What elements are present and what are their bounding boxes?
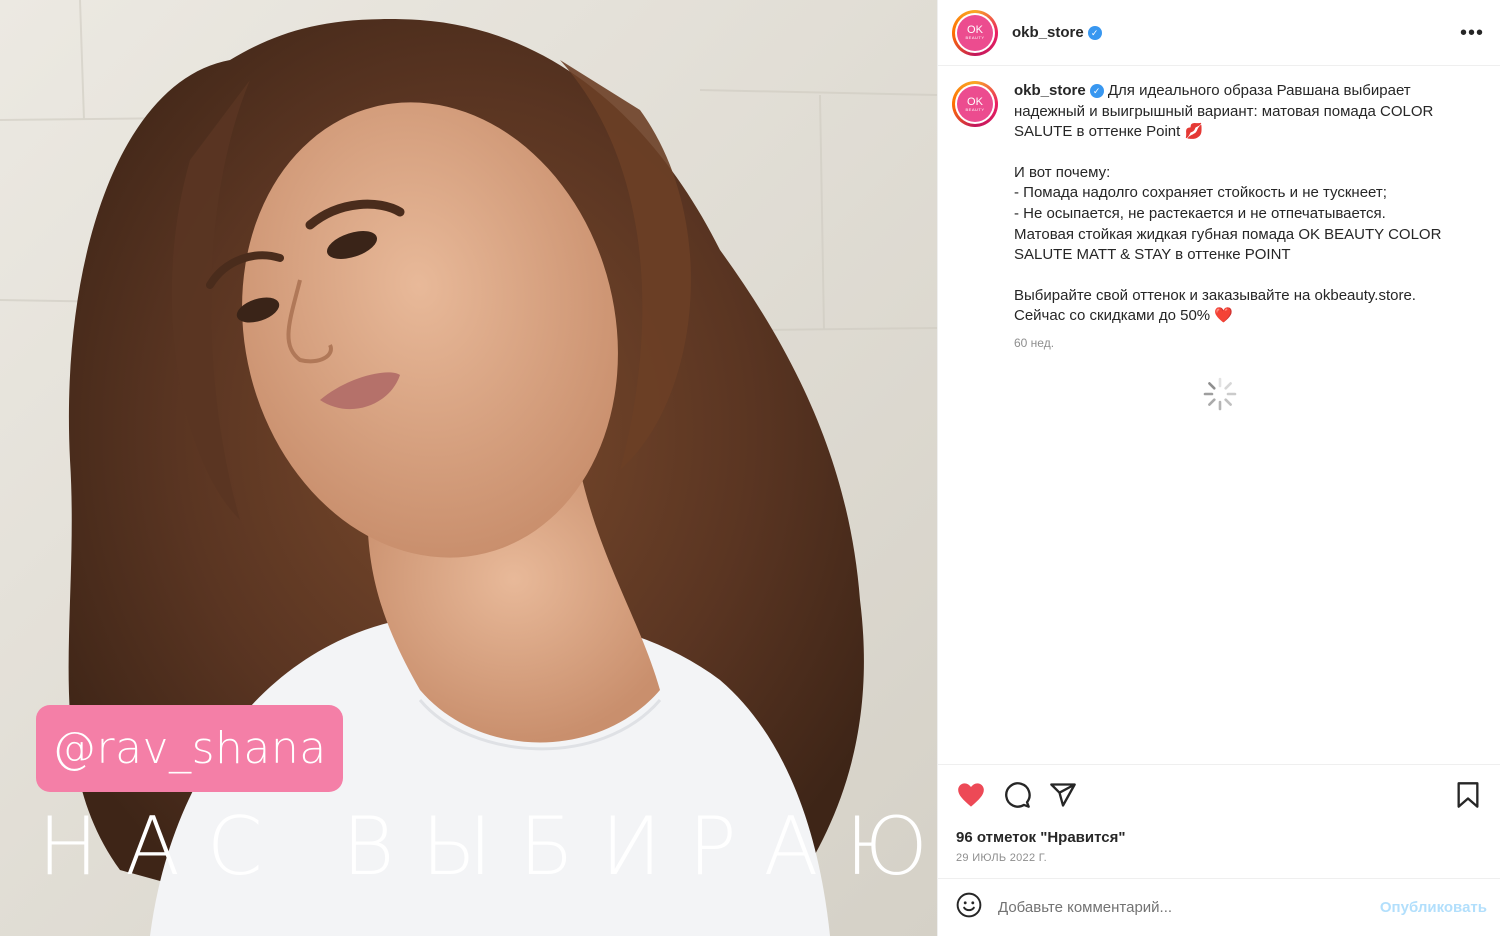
- post-date: 29 ИЮЛЬ 2022 Г.: [956, 852, 1048, 864]
- post-photo[interactable]: @rav_shana НАС ВЫБИРАЮТ: [0, 0, 937, 936]
- share-icon[interactable]: [1048, 780, 1078, 810]
- verified-badge-icon: ✓: [1089, 84, 1104, 98]
- post-actions: 96 отметок "Нравится" 29 ИЮЛЬ 2022 Г.: [938, 764, 1500, 878]
- post-caption: OK BEAUTY okb_store ✓ Для идеального обра…: [952, 81, 1487, 354]
- verified-badge-icon: ✓: [1087, 25, 1102, 40]
- caption-text-2: И вот почему: - Помада надолго сохраняет…: [1014, 163, 1442, 264]
- post-panel: OK BEAUTY okb_store ✓ ••• OK BEAUTY okb_…: [937, 0, 1500, 936]
- comment-input[interactable]: [998, 899, 1380, 916]
- emoji-icon[interactable]: [956, 892, 982, 923]
- photo-tag: @rav_shana: [36, 705, 343, 792]
- photo-caption: НАС ВЫБИРАЮТ: [38, 800, 937, 893]
- caption-text-3: Выбирайте свой оттенок и заказывайте на …: [1014, 286, 1416, 325]
- more-options-button[interactable]: •••: [1460, 23, 1484, 43]
- like-heart-icon[interactable]: [956, 780, 986, 810]
- caption-username[interactable]: okb_store: [1014, 82, 1086, 99]
- avatar-logo: OK BEAUTY: [957, 14, 993, 51]
- like-count[interactable]: 96 отметок "Нравится": [956, 829, 1483, 846]
- publish-button[interactable]: Опубликовать: [1380, 899, 1487, 916]
- comment-bar: Опубликовать: [938, 878, 1500, 936]
- avatar[interactable]: OK BEAUTY: [952, 9, 998, 56]
- loading-spinner-icon: [1203, 377, 1237, 411]
- portrait-illustration: [0, 0, 937, 936]
- comment-icon[interactable]: [1002, 780, 1032, 810]
- post-time[interactable]: 60 нед.: [1014, 333, 1474, 354]
- caption-avatar[interactable]: OK BEAUTY: [952, 81, 998, 127]
- avatar-logo: OK BEAUTY: [957, 86, 993, 122]
- post-header: OK BEAUTY okb_store ✓ •••: [938, 0, 1500, 66]
- comments-section: OK BEAUTY okb_store ✓ Для идеального обра…: [938, 67, 1500, 764]
- header-username[interactable]: okb_store: [1012, 24, 1084, 41]
- bookmark-icon[interactable]: [1453, 780, 1483, 810]
